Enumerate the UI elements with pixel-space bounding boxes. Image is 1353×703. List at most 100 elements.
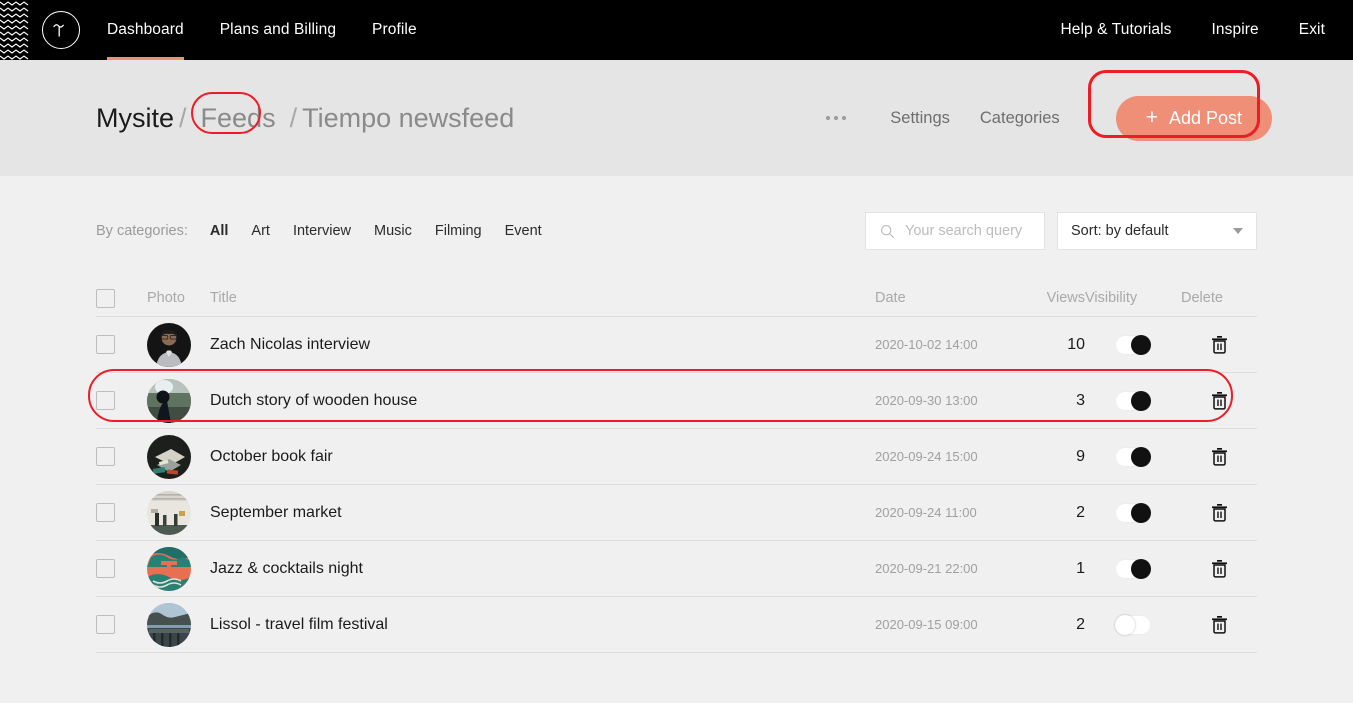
trash-icon[interactable] [1211, 559, 1228, 578]
search-input[interactable] [905, 223, 1030, 239]
top-navigation-bar: Dashboard Plans and Billing Profile Help… [0, 0, 1353, 60]
toggle-knob [1115, 615, 1135, 635]
visibility-toggle[interactable] [1115, 503, 1151, 523]
category-filter-music[interactable]: Music [374, 223, 412, 239]
select-all-checkbox[interactable] [96, 289, 115, 308]
plus-icon: + [1146, 107, 1158, 128]
post-views: 10 [1067, 336, 1085, 353]
row-date-cell: 2020-09-15 09:00 [875, 616, 1019, 634]
visibility-toggle[interactable] [1115, 391, 1151, 411]
avatar [147, 435, 191, 479]
toggle-knob [1131, 447, 1151, 467]
table-row[interactable]: Lissol - travel film festival 2020-09-15… [96, 596, 1257, 652]
nav-item-inspire-label: Inspire [1212, 21, 1259, 39]
row-delete-cell [1181, 335, 1257, 354]
row-visibility-cell [1085, 447, 1181, 467]
row-views-cell: 10 [1019, 336, 1085, 354]
post-date: 2020-09-30 13:00 [875, 393, 978, 408]
table-header-row: Photo Title Date Views Visibility Delete [96, 280, 1257, 316]
row-title-cell: Dutch story of wooden house [210, 392, 875, 410]
breadcrumb-current-page: Tiempo newsfeed [302, 103, 514, 134]
breadcrumb-separator-1: / [179, 103, 187, 134]
row-views-cell: 1 [1019, 560, 1085, 578]
nav-item-dashboard-label: Dashboard [107, 21, 184, 39]
post-title[interactable]: Dutch story of wooden house [210, 392, 417, 409]
post-title[interactable]: September market [210, 504, 342, 521]
nav-item-dashboard[interactable]: Dashboard [107, 0, 184, 60]
nav-item-profile-label: Profile [372, 21, 417, 39]
table-row[interactable]: September market 2020-09-24 11:00 2 [96, 484, 1257, 540]
category-filter-art[interactable]: Art [251, 223, 270, 239]
nav-item-plans-and-billing[interactable]: Plans and Billing [220, 0, 336, 60]
page-header: Mysite / Feeds / Tiempo newsfeed Setting… [0, 60, 1353, 176]
categories-link[interactable]: Categories [980, 109, 1060, 128]
visibility-toggle[interactable] [1115, 447, 1151, 467]
table-bottom-border [96, 652, 1257, 653]
table-row[interactable]: Zach Nicolas interview 2020-10-02 14:00 … [96, 316, 1257, 372]
post-date: 2020-10-02 14:00 [875, 337, 978, 352]
trash-icon[interactable] [1211, 391, 1228, 410]
breadcrumb-feeds[interactable]: Feeds [192, 100, 285, 137]
row-title-cell: October book fair [210, 448, 875, 466]
nav-item-exit[interactable]: Exit [1299, 0, 1325, 60]
row-title-cell: Jazz & cocktails night [210, 560, 875, 578]
row-select-cell [96, 391, 147, 410]
category-filter-all[interactable]: All [210, 223, 229, 239]
row-checkbox[interactable] [96, 335, 115, 354]
nav-item-plans-and-billing-label: Plans and Billing [220, 21, 336, 39]
more-options-button[interactable] [816, 108, 856, 128]
row-checkbox[interactable] [96, 447, 115, 466]
row-date-cell: 2020-09-24 15:00 [875, 448, 1019, 466]
app-logo[interactable] [42, 11, 80, 49]
visibility-toggle[interactable] [1115, 335, 1151, 355]
trash-icon[interactable] [1211, 503, 1228, 522]
row-checkbox[interactable] [96, 615, 115, 634]
nav-item-help-and-tutorials-label: Help & Tutorials [1061, 21, 1172, 39]
visibility-toggle[interactable] [1115, 615, 1151, 635]
post-title[interactable]: Jazz & cocktails night [210, 560, 363, 577]
post-title[interactable]: Lissol - travel film festival [210, 616, 388, 633]
sort-dropdown[interactable]: Sort: by default [1057, 212, 1257, 250]
avatar [147, 379, 191, 423]
table-row[interactable]: Jazz & cocktails night 2020-09-21 22:00 … [96, 540, 1257, 596]
post-date: 2020-09-24 11:00 [875, 505, 977, 520]
row-visibility-cell [1085, 615, 1181, 635]
tilde-t-logo-icon [50, 19, 72, 41]
table-row[interactable]: October book fair 2020-09-24 15:00 9 [96, 428, 1257, 484]
column-header-photo: Photo [147, 290, 210, 306]
category-filter-event[interactable]: Event [505, 223, 542, 239]
row-photo-cell [147, 435, 210, 479]
post-title[interactable]: October book fair [210, 448, 333, 465]
row-checkbox[interactable] [96, 503, 115, 522]
toggle-knob [1131, 391, 1151, 411]
nav-item-inspire[interactable]: Inspire [1212, 0, 1259, 60]
row-checkbox[interactable] [96, 559, 115, 578]
visibility-toggle[interactable] [1115, 559, 1151, 579]
post-views: 9 [1076, 448, 1085, 465]
row-delete-cell [1181, 391, 1257, 410]
row-visibility-cell [1085, 559, 1181, 579]
post-title[interactable]: Zach Nicolas interview [210, 336, 370, 353]
category-filter-interview[interactable]: Interview [293, 223, 351, 239]
search-box[interactable] [865, 212, 1045, 250]
table-row[interactable]: Dutch story of wooden house 2020-09-30 1… [96, 372, 1257, 428]
trash-icon[interactable] [1211, 335, 1228, 354]
avatar-image [147, 603, 191, 647]
settings-link[interactable]: Settings [890, 109, 950, 128]
add-post-button[interactable]: + Add Post [1116, 96, 1272, 141]
column-header-delete: Delete [1181, 290, 1257, 306]
row-date-cell: 2020-09-30 13:00 [875, 392, 1019, 410]
post-views: 3 [1076, 392, 1085, 409]
row-checkbox[interactable] [96, 391, 115, 410]
breadcrumb-feeds-label: Feeds [201, 103, 276, 133]
trash-icon[interactable] [1211, 615, 1228, 634]
breadcrumb-site[interactable]: Mysite [96, 103, 174, 134]
post-views: 1 [1076, 560, 1085, 577]
sort-dropdown-label: Sort: by default [1071, 223, 1169, 239]
nav-item-help-and-tutorials[interactable]: Help & Tutorials [1061, 0, 1172, 60]
post-date: 2020-09-15 09:00 [875, 617, 978, 632]
category-filter-filming[interactable]: Filming [435, 223, 482, 239]
trash-icon[interactable] [1211, 447, 1228, 466]
nav-item-profile[interactable]: Profile [372, 0, 417, 60]
avatar-image [147, 379, 191, 423]
